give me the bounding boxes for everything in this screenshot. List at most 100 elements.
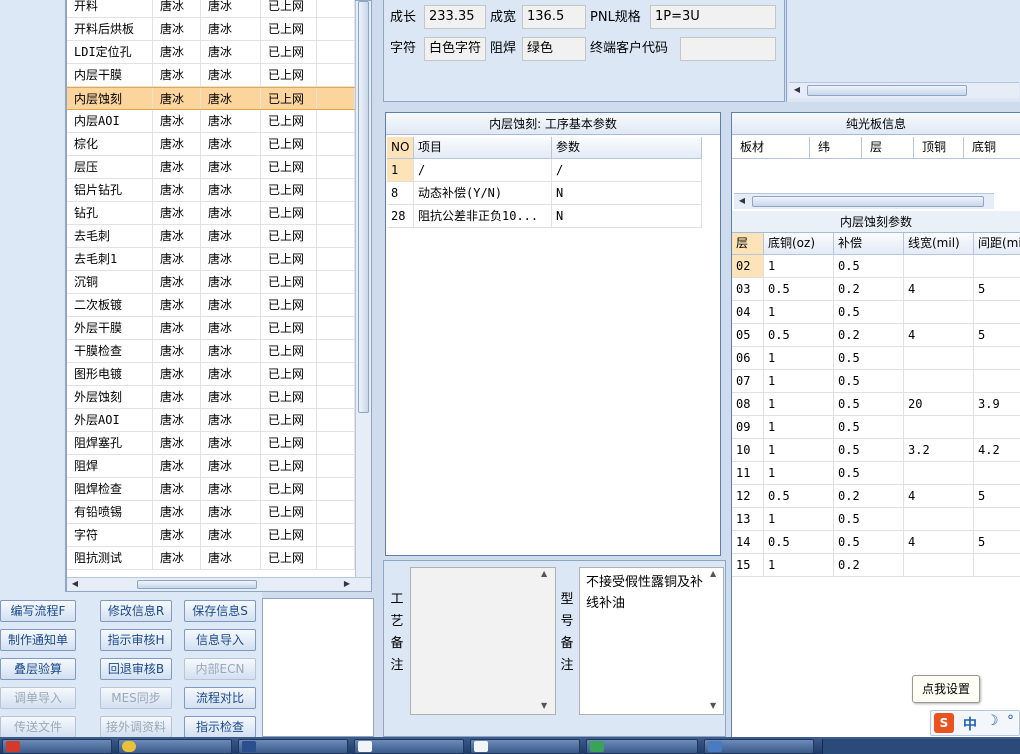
col-header-bottom-copper[interactable]: 底铜(oz) — [764, 233, 834, 255]
param-cell-space[interactable] — [974, 508, 1020, 531]
process-row[interactable]: 钻孔 唐冰 唐冰 已上网 — [67, 202, 355, 225]
process-row[interactable]: 有铅喷锡 唐冰 唐冰 已上网 — [67, 501, 355, 524]
process-row[interactable]: 阻焊检查 唐冰 唐冰 已上网 — [67, 478, 355, 501]
process-row[interactable]: 棕化 唐冰 唐冰 已上网 — [67, 133, 355, 156]
param-cell-comp[interactable]: 0.5 — [834, 439, 904, 462]
param-cell-cu[interactable]: 1 — [764, 393, 834, 416]
process-row[interactable]: 去毛刺1 唐冰 唐冰 已上网 — [67, 248, 355, 271]
pnl-field[interactable]: 1P=3U — [650, 5, 776, 29]
param-cell-space[interactable]: 4.2 — [974, 439, 1020, 462]
param-cell-line[interactable]: 4 — [904, 531, 974, 554]
action-button[interactable]: 接外调资料 — [100, 716, 172, 738]
param-cell-line[interactable]: 3.2 — [904, 439, 974, 462]
basic-row-no[interactable]: 28 — [387, 205, 414, 228]
param-cell-space[interactable]: 3.9 — [974, 393, 1020, 416]
param-cell-layer[interactable]: 14 — [732, 531, 764, 554]
col-header-param[interactable]: 参数 — [552, 137, 702, 159]
process-row[interactable]: 阻抗测试 唐冰 唐冰 已上网 — [67, 547, 355, 570]
model-remark-textarea[interactable]: 不接受假性露铜及补线补油 — [579, 567, 724, 715]
process-row[interactable]: 字符 唐冰 唐冰 已上网 — [67, 524, 355, 547]
param-cell-comp[interactable]: 0.2 — [834, 278, 904, 301]
scroll-up-icon[interactable]: ▲ — [710, 569, 722, 578]
taskbar-app-3[interactable] — [238, 739, 348, 754]
param-cell-comp[interactable]: 0.2 — [834, 324, 904, 347]
param-cell-comp[interactable]: 0.5 — [834, 416, 904, 439]
system-tray[interactable] — [822, 739, 1020, 754]
basic-row-param[interactable]: N — [552, 205, 702, 228]
param-cell-line[interactable]: 20 — [904, 393, 974, 416]
action-button[interactable]: 指示审核H — [100, 629, 172, 651]
action-button[interactable]: 制作通知单 — [0, 629, 76, 651]
punctuation-icon[interactable]: ° — [1007, 713, 1014, 729]
param-cell-line[interactable]: 4 — [904, 278, 974, 301]
param-cell-line[interactable]: 4 — [904, 324, 974, 347]
param-cell-cu[interactable]: 1 — [764, 554, 834, 577]
param-cell-line[interactable] — [904, 508, 974, 531]
action-button[interactable]: 叠层验算 — [0, 658, 76, 680]
action-button[interactable]: MES同步 — [100, 687, 172, 709]
plain-board-col-header[interactable]: 纬 — [810, 137, 862, 159]
param-cell-cu[interactable]: 1 — [764, 255, 834, 278]
param-cell-layer[interactable]: 02 — [732, 255, 764, 278]
param-cell-layer[interactable]: 12 — [732, 485, 764, 508]
param-cell-space[interactable] — [974, 347, 1020, 370]
action-button[interactable]: 信息导入 — [184, 629, 256, 651]
action-button[interactable]: 回退审核B — [100, 658, 172, 680]
basic-row-param[interactable]: / — [552, 159, 702, 182]
param-cell-layer[interactable]: 06 — [732, 347, 764, 370]
param-cell-layer[interactable]: 09 — [732, 416, 764, 439]
param-cell-space[interactable] — [974, 462, 1020, 485]
ime-mode-indicator[interactable]: 中 — [963, 714, 977, 734]
param-cell-line[interactable] — [904, 347, 974, 370]
taskbar-app-2[interactable] — [118, 739, 232, 754]
process-row[interactable]: 干膜检查 唐冰 唐冰 已上网 — [67, 340, 355, 363]
plain-board-col-header[interactable]: 底铜 — [964, 137, 1020, 159]
process-hscrollbar[interactable]: ◀ ▶ — [67, 577, 371, 591]
action-button[interactable]: 内部ECN — [184, 658, 256, 680]
width-field[interactable]: 136.5 — [522, 5, 586, 29]
process-row[interactable]: 阻焊 唐冰 唐冰 已上网 — [67, 455, 355, 478]
process-row[interactable]: 外层AOI 唐冰 唐冰 已上网 — [67, 409, 355, 432]
param-cell-layer[interactable]: 07 — [732, 370, 764, 393]
param-cell-cu[interactable]: 1 — [764, 508, 834, 531]
process-row[interactable]: 层压 唐冰 唐冰 已上网 — [67, 156, 355, 179]
customer-code-field[interactable] — [680, 37, 776, 61]
sogou-logo-icon[interactable]: S — [934, 713, 954, 733]
param-cell-layer[interactable]: 11 — [732, 462, 764, 485]
process-row[interactable]: 内层蚀刻 唐冰 唐冰 已上网 — [67, 87, 355, 110]
param-cell-space[interactable] — [974, 370, 1020, 393]
process-row[interactable]: 二次板镀 唐冰 唐冰 已上网 — [67, 294, 355, 317]
mask-field[interactable]: 绿色 — [522, 37, 586, 61]
plain-board-col-header[interactable]: 顶铜 — [914, 137, 964, 159]
process-remark-textarea[interactable] — [410, 567, 556, 715]
basic-row-no[interactable]: 8 — [387, 182, 414, 205]
col-header-compensation[interactable]: 补偿 — [834, 233, 904, 255]
param-cell-cu[interactable]: 0.5 — [764, 531, 834, 554]
top-right-hscrollbar[interactable]: ◀ — [789, 82, 1019, 98]
ime-toolbar[interactable]: S 中 ☽ ° — [930, 710, 1020, 736]
param-cell-cu[interactable]: 1 — [764, 370, 834, 393]
param-cell-comp[interactable]: 0.5 — [834, 347, 904, 370]
col-header-layer[interactable]: 层 — [732, 233, 764, 255]
scroll-down-icon[interactable]: ▼ — [710, 701, 722, 710]
process-row[interactable]: 开料 唐冰 唐冰 已上网 — [67, 0, 355, 18]
scroll-down-icon[interactable]: ▼ — [541, 701, 553, 710]
param-cell-line[interactable] — [904, 370, 974, 393]
plain-board-col-header[interactable]: 层 — [862, 137, 914, 159]
action-button[interactable]: 保存信息S — [184, 600, 256, 622]
param-cell-comp[interactable]: 0.5 — [834, 508, 904, 531]
scroll-up-icon[interactable]: ▲ — [541, 569, 553, 578]
process-row[interactable]: 图形电镀 唐冰 唐冰 已上网 — [67, 363, 355, 386]
process-row[interactable]: 去毛刺 唐冰 唐冰 已上网 — [67, 225, 355, 248]
action-button[interactable]: 编写流程F — [0, 600, 76, 622]
basic-row-item[interactable]: 阻抗公差非正负10... — [414, 205, 552, 228]
plain-board-hscrollbar[interactable]: ◀ — [734, 193, 994, 209]
param-cell-cu[interactable]: 1 — [764, 347, 834, 370]
plain-board-col-header[interactable]: 板材 — [732, 137, 810, 159]
process-row[interactable]: 铝片钻孔 唐冰 唐冰 已上网 — [67, 179, 355, 202]
process-row[interactable]: 内层干膜 唐冰 唐冰 已上网 — [67, 64, 355, 87]
scroll-left-icon[interactable]: ◀ — [736, 195, 748, 207]
process-vscroll-thumb[interactable] — [358, 1, 369, 413]
param-cell-layer[interactable]: 15 — [732, 554, 764, 577]
param-cell-comp[interactable]: 0.2 — [834, 554, 904, 577]
